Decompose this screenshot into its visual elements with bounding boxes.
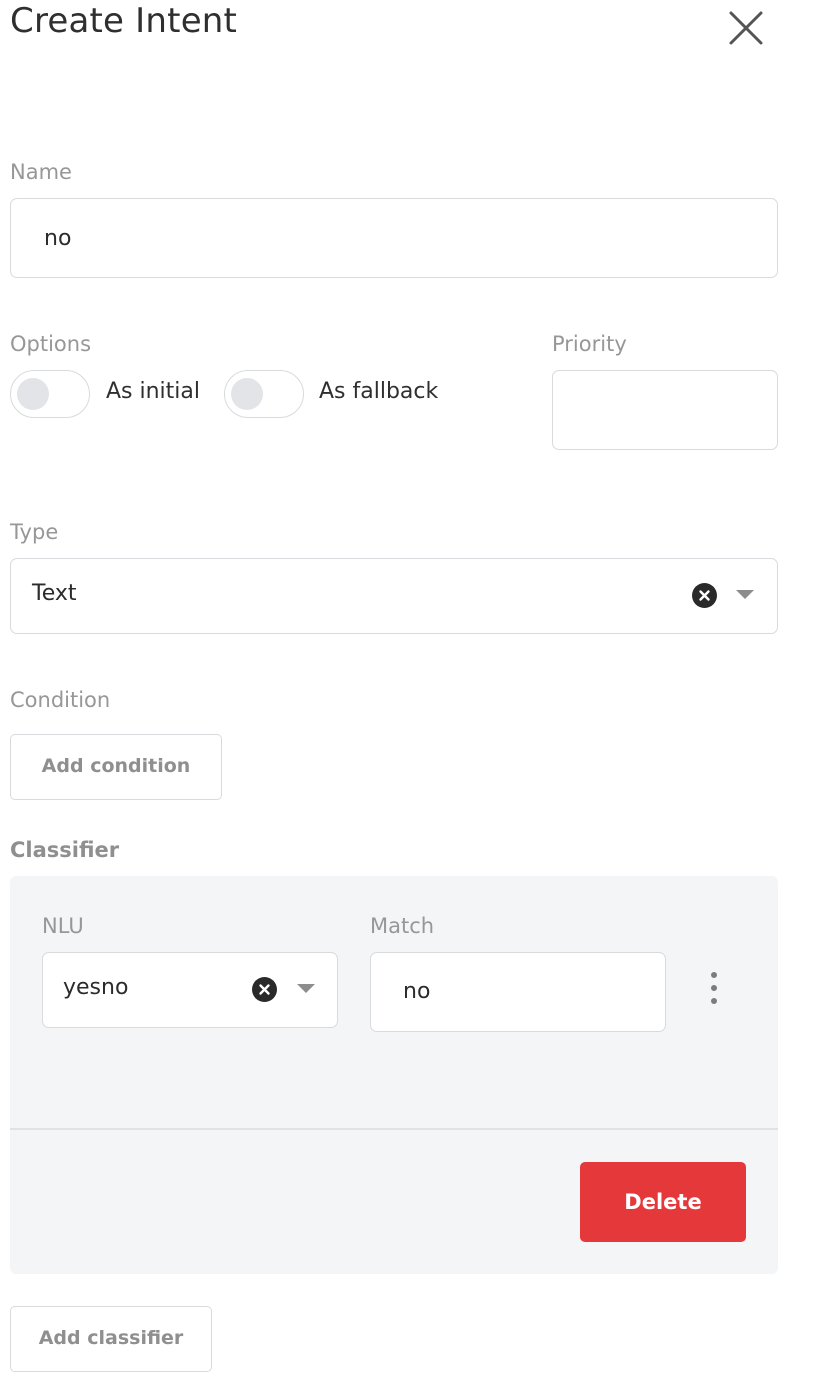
as-fallback-toggle[interactable] bbox=[224, 370, 304, 418]
options-label: Options bbox=[10, 332, 92, 356]
match-input[interactable]: no bbox=[370, 952, 666, 1032]
delete-button[interactable]: Delete bbox=[580, 1162, 746, 1242]
page-title: Create Intent bbox=[10, 1, 238, 41]
priority-input[interactable] bbox=[552, 370, 778, 450]
nlu-label: NLU bbox=[42, 914, 84, 938]
more-vertical-icon[interactable] bbox=[708, 970, 720, 1010]
name-input-value: no bbox=[44, 226, 72, 251]
add-classifier-button[interactable]: Add classifier bbox=[10, 1306, 212, 1372]
add-condition-button[interactable]: Add condition bbox=[10, 734, 222, 800]
condition-label: Condition bbox=[10, 688, 111, 712]
classifier-panel: NLU yesno Match no Delete bbox=[10, 876, 778, 1274]
classifier-label: Classifier bbox=[10, 838, 120, 862]
name-input[interactable]: no bbox=[10, 198, 778, 278]
type-label: Type bbox=[10, 520, 59, 544]
toggle-knob bbox=[231, 378, 263, 410]
name-label: Name bbox=[10, 160, 72, 184]
as-initial-toggle[interactable] bbox=[10, 370, 90, 418]
match-input-value: no bbox=[403, 979, 431, 1004]
match-label: Match bbox=[370, 914, 435, 938]
clear-icon[interactable] bbox=[252, 977, 277, 1002]
nlu-select[interactable]: yesno bbox=[42, 952, 338, 1028]
as-initial-label: As initial bbox=[106, 379, 201, 404]
divider bbox=[10, 1128, 778, 1130]
as-fallback-label: As fallback bbox=[319, 379, 439, 404]
clear-icon[interactable] bbox=[692, 583, 717, 608]
toggle-knob bbox=[17, 378, 49, 410]
close-icon[interactable] bbox=[726, 8, 766, 48]
type-select[interactable]: Text bbox=[10, 558, 778, 634]
type-select-value: Text bbox=[32, 581, 77, 606]
caret-down-icon[interactable] bbox=[736, 590, 754, 599]
caret-down-icon[interactable] bbox=[297, 984, 315, 993]
priority-label: Priority bbox=[552, 332, 627, 356]
nlu-select-value: yesno bbox=[63, 975, 129, 1000]
